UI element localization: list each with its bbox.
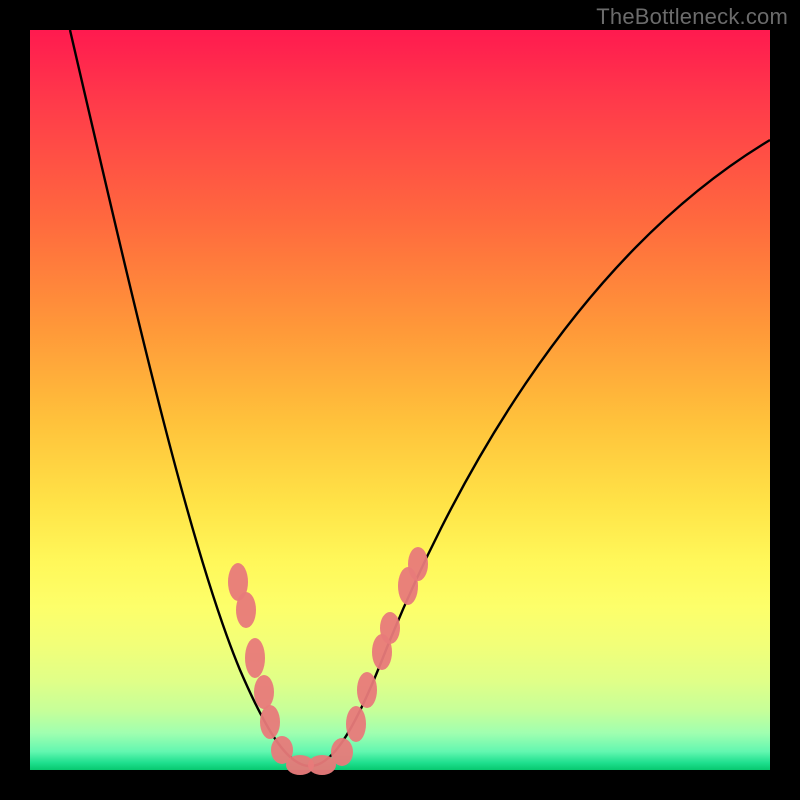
curve-marker — [260, 705, 280, 739]
marker-group — [228, 547, 428, 775]
curve-marker — [245, 638, 265, 678]
curve-marker — [408, 547, 428, 581]
curve-marker — [357, 672, 377, 708]
curve-marker — [346, 706, 366, 742]
watermark-text: TheBottleneck.com — [596, 4, 788, 30]
curve-marker — [308, 755, 336, 775]
bottleneck-curve — [70, 30, 770, 766]
curve-marker — [380, 612, 400, 644]
chart-svg — [30, 30, 770, 770]
curve-marker — [254, 675, 274, 709]
curve-marker — [236, 592, 256, 628]
curve-marker — [331, 738, 353, 766]
outer-frame: TheBottleneck.com — [0, 0, 800, 800]
plot-area — [30, 30, 770, 770]
